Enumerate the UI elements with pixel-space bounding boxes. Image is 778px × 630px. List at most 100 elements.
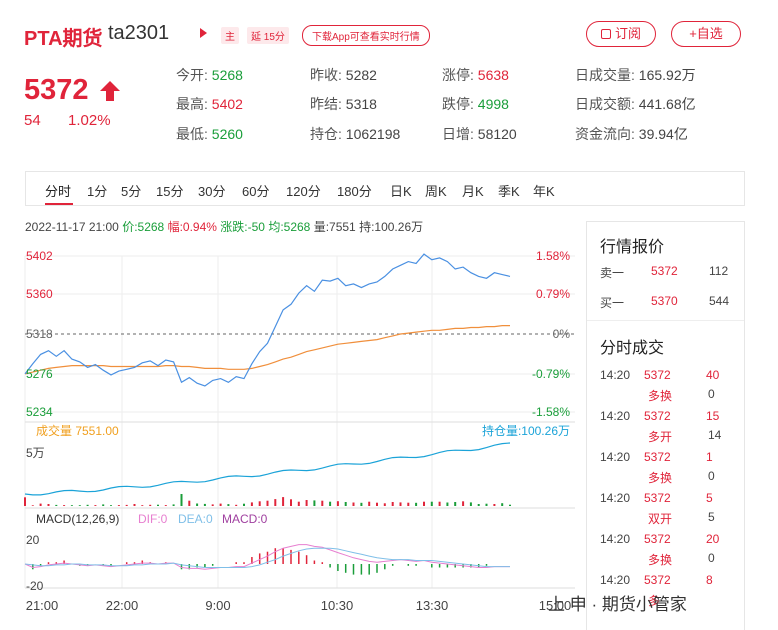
pct-axis-tick: 1.58%: [536, 249, 570, 263]
volume-bar: [344, 502, 347, 506]
ask1-qty: 112: [709, 264, 729, 278]
subscribe-icon: [600, 29, 611, 39]
volume-bar: [297, 501, 300, 506]
tab-120min[interactable]: 120分: [286, 181, 321, 200]
time-axis-tick: 22:00: [106, 598, 139, 613]
info-price: 价:5268: [122, 220, 165, 234]
quote-panel: 行情报价 卖一 5372 112 买一 5370 544 分时成交 14:20 5…: [586, 221, 745, 630]
volume-bar: [501, 503, 504, 506]
trade-qty: 15: [706, 409, 720, 423]
volume-bar: [336, 501, 339, 506]
volume-bar: [94, 505, 97, 506]
tab-week-k[interactable]: 周K: [425, 181, 447, 200]
volume-bar: [258, 501, 261, 506]
trade-price: 5372: [644, 450, 671, 464]
volume-bar: [485, 503, 488, 506]
tab-60min[interactable]: 60分: [242, 181, 269, 200]
volume-bar: [469, 502, 472, 506]
tab-1min[interactable]: 1分: [87, 181, 107, 200]
info-datetime: 2022-11-17 21:00: [25, 220, 119, 234]
pct-axis-tick: -1.58%: [532, 405, 570, 419]
stat-day-amount: 日成交额: 441.68亿: [575, 96, 696, 112]
trade-oi: 14: [708, 428, 722, 442]
play-icon[interactable]: [200, 28, 207, 38]
trade-time: 14:20: [600, 573, 631, 587]
subscribe-button[interactable]: 订阅: [586, 21, 656, 47]
volume-bar: [164, 505, 167, 506]
chart-grid: [24, 255, 575, 589]
tab-15min[interactable]: 15分: [156, 181, 183, 200]
tab-month-k[interactable]: 月K: [462, 181, 484, 200]
volume-bar: [110, 505, 112, 506]
volume-bar: [438, 501, 441, 506]
main-contract-tag: 主: [221, 27, 239, 44]
info-change: 涨跌:-50: [220, 220, 265, 234]
price-axis-tick: 5360: [26, 287, 53, 301]
volume-bar: [172, 504, 175, 506]
volume-axis-tick: 5万: [26, 446, 45, 460]
volume-bar: [407, 502, 410, 506]
price-line: [24, 253, 511, 387]
download-app-button[interactable]: 下载App可查看实时行情: [302, 25, 430, 46]
volume-bar: [133, 504, 136, 506]
trade-time: 14:20: [600, 491, 631, 505]
tab-5min[interactable]: 5分: [121, 181, 141, 200]
last-price: 5372: [24, 74, 89, 106]
volume-bar: [196, 503, 199, 506]
intraday-chart[interactable]: 5402 5360 5318 5276 5234 1.58% 0.79% 0% -0.79% -1…: [0, 236, 580, 630]
info-holding: 持:100.26万: [359, 220, 424, 234]
trade-oi: 0: [708, 551, 715, 565]
macd-dea-label: DEA:0: [178, 512, 213, 526]
contract-title: PTA期货: [24, 28, 103, 50]
stat-high: 最高: 5402: [176, 96, 243, 112]
macd-value-label: MACD:0: [222, 512, 268, 526]
tab-quarter-k[interactable]: 季K: [498, 181, 520, 200]
trade-type: 多换: [648, 389, 673, 403]
tab-day-k[interactable]: 日K: [390, 181, 412, 200]
volume-bar: [227, 504, 230, 506]
stat-day-volume: 日成交量: 165.92万: [575, 67, 696, 83]
tab-30min[interactable]: 30分: [198, 181, 225, 200]
tab-intraday[interactable]: 分时: [45, 181, 71, 200]
volume-label: 成交量 7551.00: [36, 423, 119, 438]
volume-bar: [399, 502, 402, 506]
bid1-price: 5370: [651, 294, 678, 308]
trade-type: 双开: [648, 512, 673, 526]
volume-bar: [454, 502, 457, 506]
trade-price: 5372: [644, 491, 671, 505]
tab-year-k[interactable]: 年K: [533, 181, 555, 200]
trade-qty: 8: [706, 573, 713, 587]
tab-180min[interactable]: 180分: [337, 181, 372, 200]
volume-bar: [360, 502, 363, 506]
add-watchlist-button[interactable]: +自选: [671, 21, 741, 47]
volume-bar: [211, 504, 214, 506]
volume-bar: [430, 501, 433, 506]
volume-bar: [391, 502, 394, 506]
trade-oi: 5: [708, 510, 715, 524]
pct-axis-tick: -0.79%: [532, 367, 570, 381]
trade-qty: 5: [706, 491, 713, 505]
volume-bar: [47, 504, 50, 506]
volume-bar: [423, 501, 425, 506]
volume-bar: [102, 504, 105, 506]
trade-type: 多换: [648, 471, 673, 485]
trade-qty: 40: [706, 368, 720, 382]
trades-title: 分时成交: [600, 340, 665, 357]
trade-price: 5372: [644, 573, 671, 587]
arrow-up-icon: [100, 81, 120, 101]
crosshair-info: 2022-11-17 21:00 价:5268 幅:0.94% 涨跌:-50 均…: [25, 218, 423, 235]
price-axis-tick: 5276: [26, 367, 53, 381]
contract-code: ta2301: [108, 22, 170, 44]
ask1-label: 卖一: [600, 266, 625, 280]
volume-bar: [117, 505, 120, 506]
volume-bar: [157, 504, 159, 506]
price-axis-tick: 5402: [26, 249, 53, 263]
volume-bars: [24, 494, 511, 506]
stat-capital-flow: 资金流向: 39.94亿: [575, 126, 688, 142]
volume-bar: [415, 502, 418, 506]
volume-bar: [352, 502, 355, 506]
volume-bar: [188, 500, 191, 506]
volume-bar: [376, 502, 378, 506]
volume-bar: [125, 504, 128, 506]
volume-bar: [509, 504, 511, 506]
